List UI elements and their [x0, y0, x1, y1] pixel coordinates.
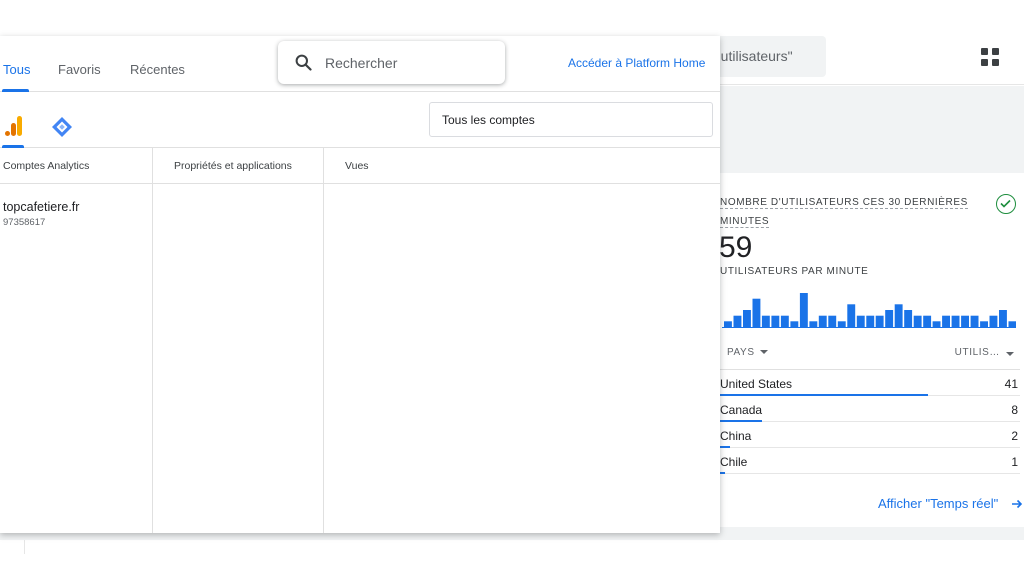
per-minute-bar — [875, 315, 884, 327]
divider — [24, 540, 25, 554]
per-minute-bar — [961, 315, 969, 327]
tab-favoris[interactable]: Favoris — [58, 62, 101, 77]
search-input[interactable] — [325, 52, 495, 74]
per-minute-bar — [980, 321, 988, 327]
per-minute-bar — [1008, 321, 1016, 327]
arrow-right-icon[interactable] — [1011, 497, 1023, 515]
table-row[interactable]: United States 41 — [720, 370, 1020, 396]
check-circle-icon — [996, 194, 1016, 214]
caret-down-icon — [759, 350, 768, 355]
column-divider — [323, 148, 324, 533]
per-minute-label: UTILISATEURS PAR MINUTE — [720, 266, 869, 277]
per-minute-bar — [866, 315, 875, 327]
country-users: 41 — [1004, 377, 1018, 391]
country-name: United States — [720, 377, 793, 391]
country-name: Canada — [720, 403, 763, 417]
country-users: 8 — [1011, 403, 1018, 417]
per-minute-bar — [999, 310, 1007, 327]
per-minute-bar — [743, 310, 751, 327]
apps-grid-icon[interactable] — [981, 48, 999, 66]
per-minute-bar — [904, 310, 913, 327]
country-users: 1 — [1011, 455, 1018, 469]
per-minute-bar — [913, 315, 922, 327]
country-name: China — [720, 429, 752, 443]
per-minute-bar — [752, 298, 761, 327]
view-realtime-link[interactable]: Afficher "Temps réel" — [878, 496, 998, 511]
table-row[interactable]: China 2 — [720, 422, 1020, 448]
per-minute-bars — [722, 293, 1016, 328]
per-minute-bar — [894, 304, 903, 327]
country-rows: United States 41 Canada 8 China 2 Chile 1 — [720, 370, 1020, 474]
per-minute-bar — [771, 315, 780, 327]
per-minute-bar — [847, 304, 856, 327]
per-minute-bar — [932, 321, 941, 327]
column-headers: Comptes Analytics Propriétés et applicat… — [0, 148, 720, 184]
column-divider — [152, 148, 153, 533]
account-name: topcafetiere.fr — [3, 200, 80, 214]
per-minute-bar — [951, 315, 960, 327]
per-minute-bar — [724, 321, 732, 327]
per-minute-bar — [828, 315, 837, 327]
per-minute-bar — [799, 293, 808, 327]
screen: 'utilisateurs" NOMBRE D'UTILISATEURS CES… — [0, 0, 1024, 572]
tab-tous[interactable]: Tous — [3, 62, 30, 77]
realtime-title: NOMBRE D'UTILISATEURS CES 30 DERNIÈRES M… — [720, 193, 970, 231]
views-column-header: Vues — [345, 160, 369, 172]
tag-manager-icon[interactable] — [51, 116, 73, 138]
account-filter-dropdown[interactable]: Tous les comptes — [429, 102, 713, 137]
account-item[interactable]: topcafetiere.fr 97358617 — [3, 200, 148, 228]
active-users-count: 59 — [719, 231, 753, 264]
per-minute-bar — [856, 315, 865, 327]
country-column-label: PAYS — [727, 347, 755, 358]
account-picker: Tous Favoris Récentes Accéder à Platform… — [0, 36, 720, 533]
product-switcher: Tous les comptes — [0, 92, 720, 148]
per-minute-bar — [942, 315, 950, 327]
chart-baseline — [722, 327, 1016, 328]
share-bar — [720, 472, 725, 474]
platform-home-link[interactable]: Accéder à Platform Home — [568, 56, 705, 70]
country-name: Chile — [720, 455, 748, 469]
per-minute-bar — [809, 321, 818, 327]
per-minute-bar — [761, 315, 770, 327]
tab-recentes[interactable]: Récentes — [130, 62, 185, 77]
per-minute-bar — [733, 315, 742, 327]
per-minute-bar — [837, 321, 846, 327]
table-row[interactable]: Chile 1 — [720, 448, 1020, 474]
per-minute-bar — [923, 315, 932, 327]
accounts-column-header: Comptes Analytics — [3, 160, 90, 172]
country-users: 2 — [1011, 429, 1018, 443]
per-minute-chart — [722, 286, 1016, 328]
background-search-text: 'utilisateurs" — [718, 48, 793, 64]
per-minute-bar — [780, 315, 789, 327]
country-column-header[interactable]: PAYS — [727, 347, 768, 358]
realtime-title-text: NOMBRE D'UTILISATEURS CES 30 DERNIÈRES M… — [720, 197, 968, 228]
per-minute-bar — [790, 321, 799, 327]
table-row[interactable]: Canada 8 — [720, 396, 1020, 422]
users-column-label: UTILIS… — [954, 347, 1000, 358]
country-table-header: PAYS UTILIS… — [720, 340, 1020, 370]
search-icon — [295, 54, 312, 71]
per-minute-bar — [818, 315, 827, 327]
country-table: PAYS UTILIS… United States 41 Canada 8 China… — [720, 340, 1020, 474]
caret-down-icon — [1006, 352, 1014, 356]
properties-column-header: Propriétés et applications — [174, 160, 292, 172]
search-box[interactable] — [278, 41, 505, 84]
google-analytics-icon[interactable] — [5, 116, 23, 136]
users-column-header[interactable]: UTILIS… — [954, 347, 1014, 358]
per-minute-bar — [885, 310, 894, 327]
account-filter-value: Tous les comptes — [442, 113, 535, 127]
per-minute-bar — [970, 315, 979, 327]
per-minute-bar — [989, 315, 998, 327]
account-id: 97358617 — [3, 217, 46, 228]
